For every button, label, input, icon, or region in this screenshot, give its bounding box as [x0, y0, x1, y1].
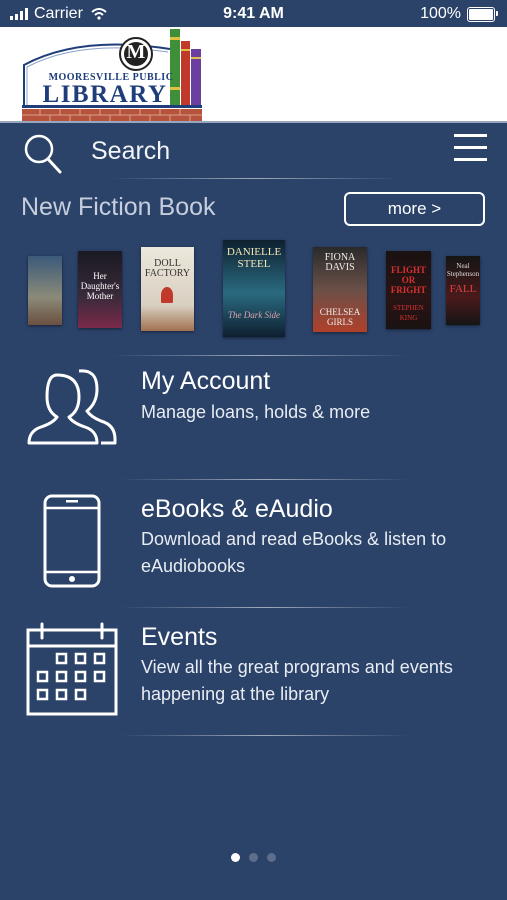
my-account-item[interactable]: My Account Manage loans, holds & more	[0, 357, 507, 479]
book-cover[interactable]: Her Daughter's Mother	[78, 251, 122, 328]
calendar-icon	[26, 622, 118, 716]
library-logo[interactable]: M MOORESVILLE PUBLIC LIBRARY	[20, 27, 210, 121]
divider	[120, 735, 410, 736]
status-right: 100%	[420, 5, 498, 23]
more-button[interactable]: more >	[344, 192, 485, 226]
book-cover[interactable]: DOLL FACTORY	[141, 247, 194, 331]
search-icon[interactable]	[22, 133, 64, 175]
divider	[120, 607, 410, 608]
ebooks-eaudio-item[interactable]: eBooks & eAudio Download and read eBooks…	[0, 481, 507, 607]
ebooks-eaudio-title: eBooks & eAudio	[141, 495, 333, 523]
events-item[interactable]: Events View all the great programs and e…	[0, 609, 507, 735]
hamburger-menu-icon[interactable]	[454, 134, 487, 162]
logo-text-line2: LIBRARY	[42, 81, 168, 108]
battery-icon	[467, 6, 498, 22]
search-label[interactable]: Search	[91, 137, 170, 166]
book-cover[interactable]: Neal Stephenson FALL	[446, 256, 480, 325]
events-title: Events	[141, 623, 218, 651]
divider	[110, 355, 410, 356]
book-cover[interactable]: FLIGHT OR FRIGHT STEPHEN KING	[386, 251, 431, 329]
logo-monogram: M	[126, 41, 146, 63]
status-bar: Carrier 9:41 AM 100%	[0, 0, 507, 27]
book-cover[interactable]: DANIELLE STEEL The Dark Side	[223, 240, 285, 337]
new-fiction-title: New Fiction Book	[21, 193, 216, 221]
users-icon	[27, 369, 117, 445]
page-dot[interactable]	[249, 853, 258, 862]
events-desc: View all the great programs and events h…	[141, 657, 453, 704]
book-cover[interactable]	[28, 256, 62, 325]
divider	[120, 479, 410, 480]
page-indicator[interactable]	[0, 853, 507, 862]
my-account-desc: Manage loans, holds & more	[141, 402, 371, 422]
divider	[110, 178, 400, 179]
header: M MOORESVILLE PUBLIC LIBRARY	[0, 27, 507, 121]
battery-percent: 100%	[420, 5, 461, 22]
ebooks-eaudio-desc: Download and read eBooks & listen to eAu…	[141, 529, 447, 576]
phone-icon	[43, 494, 101, 588]
page-dot[interactable]	[267, 853, 276, 862]
page-dot-active[interactable]	[231, 853, 240, 862]
my-account-title: My Account	[141, 367, 271, 395]
search-bar[interactable]: Search	[0, 123, 507, 179]
book-cover[interactable]: FIONA DAVIS CHELSEA GIRLS	[313, 247, 367, 332]
